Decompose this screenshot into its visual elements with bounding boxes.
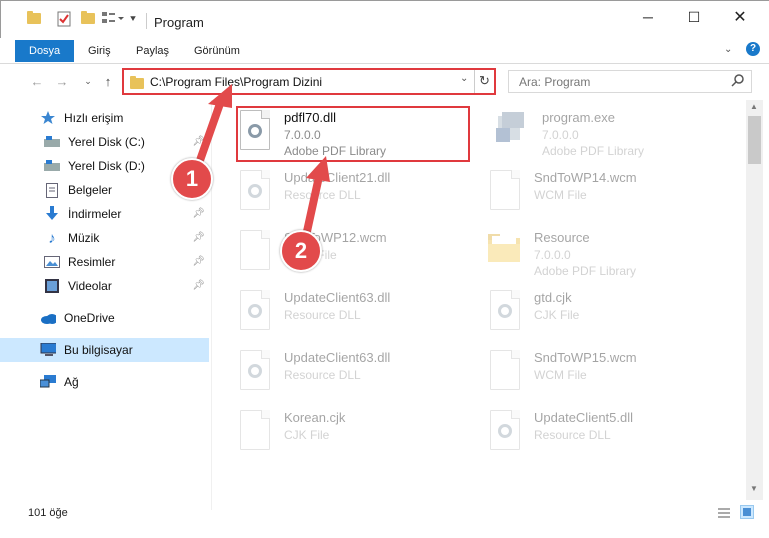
annotation-arrows [194,84,330,240]
arrow-1-head [208,84,232,108]
large-icons-view-icon[interactable] [740,505,754,519]
annotation-badge-1: 1 [171,158,213,200]
arrow-1-shaft [194,94,226,170]
arrow-2-shaft [302,168,324,240]
annotation-badge-2: 2 [280,230,322,272]
status-bar [0,500,769,538]
details-view-icon[interactable] [718,507,730,522]
arrow-2-head [306,156,330,182]
item-count: 101 öğe [28,507,68,519]
